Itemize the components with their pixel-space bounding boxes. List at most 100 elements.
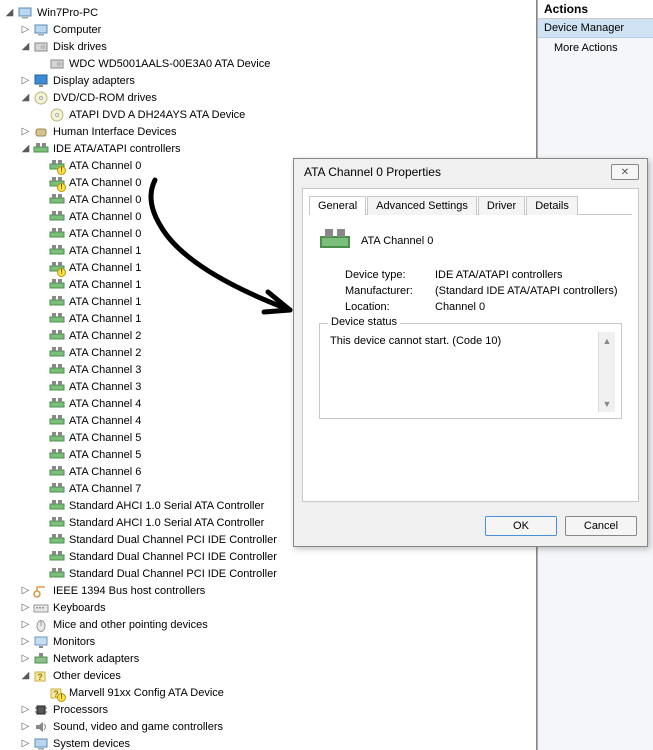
sound-icon (33, 719, 49, 735)
scroll-down-icon[interactable]: ▼ (599, 395, 615, 412)
ide-icon (49, 464, 65, 480)
ide-icon (49, 328, 65, 344)
ide-icon (33, 141, 49, 157)
mfg-label: Manufacturer: (345, 285, 435, 297)
tree-label: ATA Channel 7 (68, 483, 142, 495)
tree-item[interactable]: ▷System devices (20, 735, 536, 750)
device-status-fieldset: Device status This device cannot start. … (319, 323, 622, 419)
device-name: ATA Channel 0 (361, 235, 433, 247)
tree-label: DVD/CD-ROM drives (52, 92, 158, 104)
expand-icon[interactable]: ▷ (20, 704, 31, 715)
mfg-value: (Standard IDE ATA/ATAPI controllers) (435, 285, 618, 297)
collapse-icon[interactable]: ◢ (4, 7, 15, 18)
tree-label: ATA Channel 1 (68, 245, 142, 257)
tree-label: Standard Dual Channel PCI IDE Controller (68, 551, 278, 563)
hid-icon (33, 124, 49, 140)
tab-details[interactable]: Details (526, 196, 578, 215)
tree-item[interactable]: ▷ IEEE 1394 Bus host controllers (20, 582, 536, 599)
tree-item[interactable]: ▷Computer (20, 21, 536, 38)
tree-item[interactable]: ◢ DVD/CD-ROM drives (20, 89, 536, 106)
actions-selected[interactable]: Device Manager (538, 19, 653, 38)
collapse-icon[interactable]: ◢ (20, 143, 31, 154)
close-button[interactable]: ✕ (611, 164, 639, 180)
ide-icon (49, 345, 65, 361)
tree-label: ATA Channel 0 (68, 194, 142, 206)
ide-icon (49, 277, 65, 293)
tree-label: ATA Channel 3 (68, 381, 142, 393)
tree-item[interactable]: ▷Sound, video and game controllers (20, 718, 536, 735)
ide-icon (49, 447, 65, 463)
properties-dialog: ATA Channel 0 Properties ✕ General Advan… (293, 158, 648, 547)
tree-label: Monitors (52, 636, 96, 648)
collapse-icon[interactable]: ◢ (20, 92, 31, 103)
dialog-tabs: General Advanced Settings Driver Details (309, 195, 632, 215)
tab-general[interactable]: General (309, 196, 366, 215)
tree-label: Human Interface Devices (52, 126, 178, 138)
expand-icon[interactable]: ▷ (20, 636, 31, 647)
expand-icon[interactable]: ▷ (20, 619, 31, 630)
expand-icon[interactable]: ▷ (20, 602, 31, 613)
tree-label: Mice and other pointing devices (52, 619, 209, 631)
tab-driver[interactable]: Driver (478, 196, 525, 215)
expand-icon[interactable]: ▷ (20, 721, 31, 732)
unknown-icon (33, 668, 49, 684)
tree-label: ATA Channel 1 (68, 296, 142, 308)
tree-item[interactable]: ▷ Network adapters (20, 650, 536, 667)
network-icon (33, 651, 49, 667)
actions-more[interactable]: More Actions (538, 38, 653, 58)
ide-icon (49, 498, 65, 514)
ide-icon (49, 481, 65, 497)
tree-label: IEEE 1394 Bus host controllers (52, 585, 206, 597)
ok-button[interactable]: OK (485, 516, 557, 536)
tree-label: Network adapters (52, 653, 140, 665)
expand-icon[interactable]: ▷ (20, 75, 31, 86)
expand-icon[interactable]: ▷ (20, 653, 31, 664)
ide-icon (49, 566, 65, 582)
tree-label: ATA Channel 0 (68, 211, 142, 223)
tree-item[interactable]: Standard Dual Channel PCI IDE Controller (36, 548, 536, 565)
computer-icon (33, 736, 49, 750)
tree-label: ATA Channel 2 (68, 347, 142, 359)
tree-item[interactable]: ▷ Mice and other pointing devices (20, 616, 536, 633)
cancel-button[interactable]: Cancel (565, 516, 637, 536)
devtype-value: IDE ATA/ATAPI controllers (435, 269, 563, 281)
loc-label: Location: (345, 301, 435, 313)
tree-label: Keyboards (52, 602, 107, 614)
collapse-icon[interactable]: ◢ (20, 41, 31, 52)
expand-icon[interactable]: ▷ (20, 24, 31, 35)
tree-item[interactable]: ▷Display adapters (20, 72, 536, 89)
tree-item[interactable]: ◢IDE ATA/ATAPI controllers (20, 140, 536, 157)
ide-icon (49, 362, 65, 378)
collapse-icon[interactable]: ◢ (20, 670, 31, 681)
tree-root[interactable]: ◢ Win7Pro-PC (4, 4, 536, 21)
tree-item[interactable]: ▷ Keyboards (20, 599, 536, 616)
tree-item[interactable]: WDC WD5001AALS-00E3A0 ATA Device (36, 55, 536, 72)
tree-item[interactable]: !Marvell 91xx Config ATA Device (36, 684, 536, 701)
scrollbar[interactable]: ▲ ▼ (598, 332, 615, 412)
tree-label: Standard AHCI 1.0 Serial ATA Controller (68, 500, 265, 512)
tree-item[interactable]: ▷ Processors (20, 701, 536, 718)
tree-label: Processors (52, 704, 109, 716)
tree-item[interactable]: ◢Other devices (20, 667, 536, 684)
monitor-icon (33, 73, 49, 89)
expand-icon[interactable]: ▷ (20, 585, 31, 596)
tree-item[interactable]: ◢Disk drives (20, 38, 536, 55)
expand-icon[interactable]: ▷ (20, 126, 31, 137)
ide-icon (49, 226, 65, 242)
tree-label: Standard Dual Channel PCI IDE Controller (68, 568, 278, 580)
tree-item[interactable]: ▷ Monitors (20, 633, 536, 650)
ide-icon (49, 413, 65, 429)
tree-label: ATA Channel 4 (68, 415, 142, 427)
ide-icon (49, 243, 65, 259)
ide-icon (49, 294, 65, 310)
monitor-icon (33, 634, 49, 650)
ide-icon (49, 379, 65, 395)
tree-item[interactable]: Standard Dual Channel PCI IDE Controller (36, 565, 536, 582)
scroll-up-icon[interactable]: ▲ (599, 332, 615, 349)
tree-label: ATAPI DVD A DH24AYS ATA Device (68, 109, 246, 121)
tree-label: ATA Channel 3 (68, 364, 142, 376)
tree-item[interactable]: ▷ Human Interface Devices (20, 123, 536, 140)
tab-advanced[interactable]: Advanced Settings (367, 196, 477, 215)
expand-icon[interactable]: ▷ (20, 738, 31, 749)
tree-item[interactable]: ATAPI DVD A DH24AYS ATA Device (36, 106, 536, 123)
